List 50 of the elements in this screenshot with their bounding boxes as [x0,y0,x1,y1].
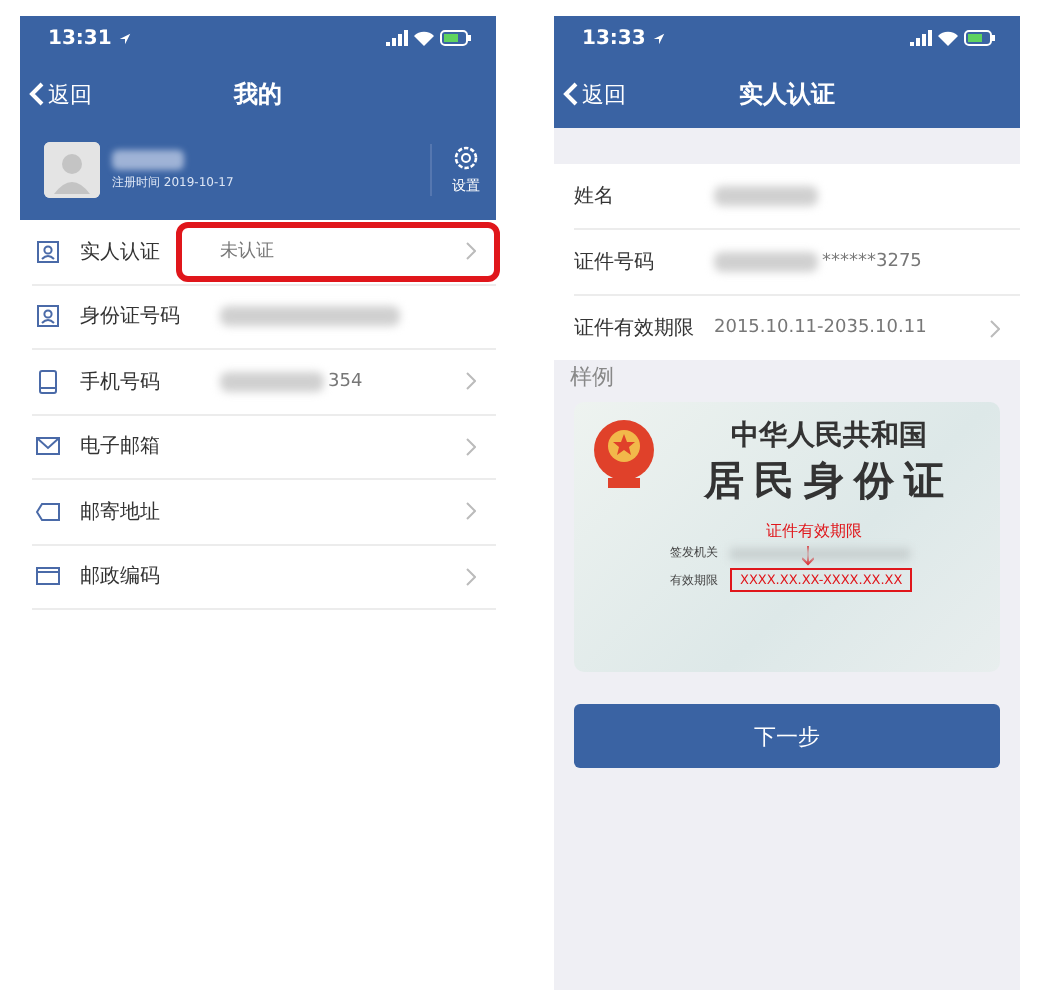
list-item[interactable]: 身份证号码 [32,285,496,350]
avatar-icon [44,142,100,198]
mail-icon [36,434,60,459]
settings-icon [452,144,480,172]
back-chevron-icon [28,82,44,106]
item-label: 邮政编码 [80,563,162,591]
location-icon [651,31,666,45]
battery-icon [964,30,996,46]
signal-icon [386,30,408,46]
item-label: 手机号码 [80,369,162,396]
field-value: ******3275 [822,252,922,272]
callout-label: 证件有效期限 [764,520,864,542]
item-label: 电子邮箱 [80,433,162,461]
back-chevron-icon [562,82,578,106]
item-label: 实人认证 [80,239,162,266]
next-button[interactable]: 下一步 [574,704,1000,768]
list-item[interactable]: 手机号码 354 [32,350,496,415]
wifi-icon [414,30,434,46]
list-item[interactable]: 邮政编码 [32,545,496,610]
location-icon [117,31,132,45]
id-card-icon [36,304,60,329]
tag-icon [36,499,60,524]
list-item[interactable]: 实人认证 未认证 [32,220,496,285]
field-label: 证件号码 [574,250,656,276]
card-country: 中华人民共和国 [731,418,927,454]
emblem-icon [590,418,658,490]
back-button[interactable]: 返回 [562,79,626,109]
list-item[interactable]: 电子邮箱 [32,415,496,480]
down-arrow-icon [802,546,814,566]
phone-icon [36,369,60,394]
page-title: 实人认证 [739,79,835,107]
wifi-icon [938,30,958,46]
page-title: 我的 [234,79,282,107]
field-value: 2015.10.11-2035.10.11 [714,318,927,338]
back-button[interactable]: 返回 [28,79,92,109]
item-label: 邮寄地址 [80,499,162,526]
id-card-icon [36,239,60,264]
section-heading: 样例 [570,364,614,390]
card-title: 居民身份证 [704,454,954,508]
status-time: 13:31 [48,27,112,49]
battery-icon [440,30,472,46]
field-label: 姓名 [574,184,616,210]
item-value: 未认证 [220,239,274,265]
window-icon [36,564,60,589]
list-item[interactable]: 邮寄地址 [32,480,496,545]
status-time: 13:33 [582,27,646,49]
item-label: 身份证号码 [80,304,182,331]
item-value: 354 [328,371,363,392]
field-label: 证件有效期限 [574,315,696,342]
signal-icon [910,30,932,46]
